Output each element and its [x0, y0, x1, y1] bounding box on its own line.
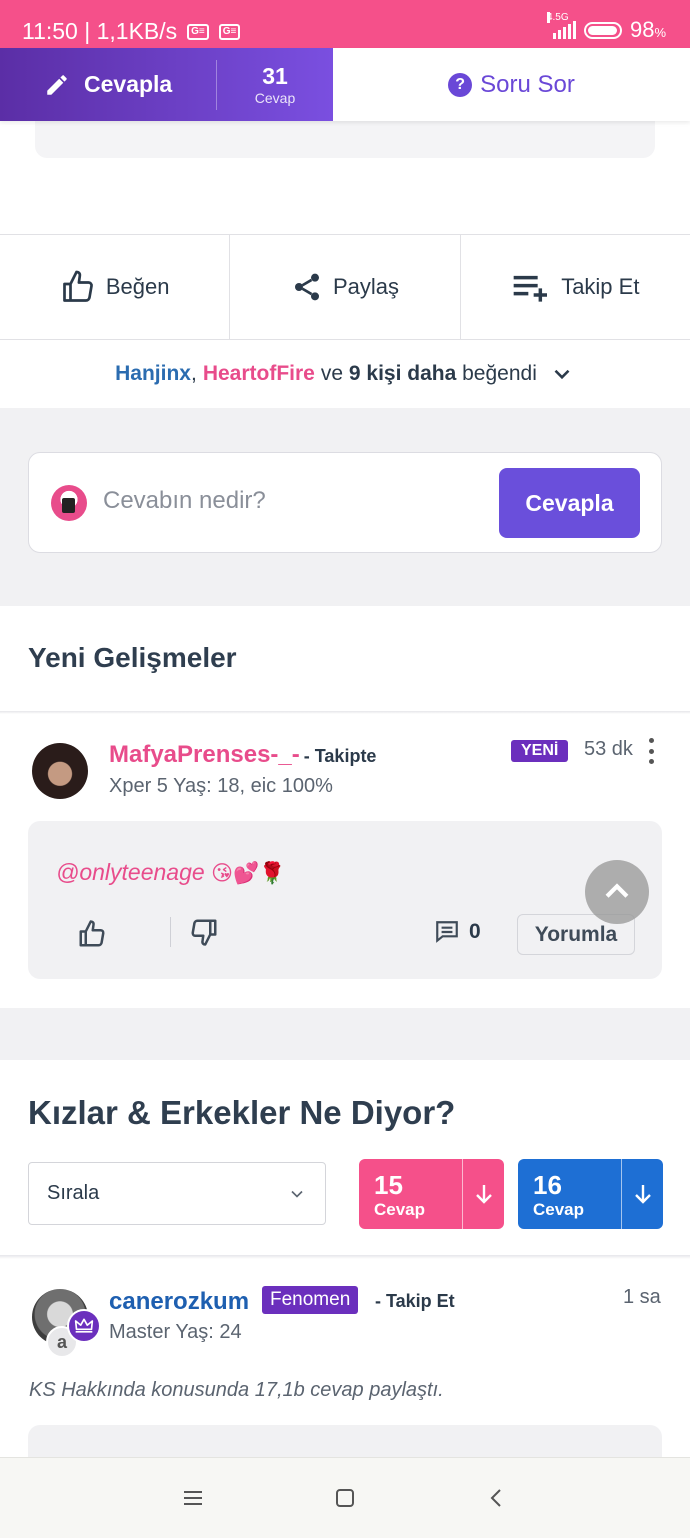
vote-separator	[170, 917, 171, 947]
status-time-speed: 11:50 | 1,1KB/s	[22, 18, 178, 44]
arrow-down-icon	[462, 1159, 504, 1229]
likers-comma: ,	[190, 362, 197, 385]
updates-title: Yeni Gelişmeler	[28, 642, 237, 673]
answer-username[interactable]: canerozkum	[109, 1288, 249, 1316]
new-badge: YENİ	[511, 740, 569, 762]
answer-follow-button[interactable]: - Takip Et	[375, 1291, 455, 1312]
likers-rest-prefix: ve	[320, 362, 344, 385]
reply-input[interactable]: Cevabın nedir?	[103, 487, 266, 515]
upvote-button[interactable]	[76, 919, 108, 954]
pencil-icon	[47, 74, 67, 95]
updates-divider	[0, 711, 690, 714]
likers-rest-suffix: beğendi	[462, 362, 537, 385]
more-options-icon[interactable]	[644, 738, 658, 764]
post-avatar[interactable]	[32, 743, 88, 799]
answer-panel: Cevapla 31 Cevap	[0, 48, 333, 121]
thumbs-up-icon	[62, 270, 93, 302]
back-icon[interactable]	[486, 1487, 508, 1509]
gallery-notification-icon: G≡	[187, 23, 209, 40]
post-card: @onlyteenage 😘💕🌹 0 Yorumla	[28, 821, 662, 979]
post-username[interactable]: MafyaPrenses-_-	[109, 741, 300, 769]
boys-answer-label: Cevap	[533, 1200, 585, 1219]
post-follow-status[interactable]: - Takipte	[304, 746, 377, 767]
answer-count[interactable]: 31 Cevap	[217, 62, 333, 106]
section-spacer	[0, 1008, 690, 1060]
follow-question-label: Takip Et	[561, 274, 640, 299]
downvote-button[interactable]	[188, 917, 220, 952]
likers-rest-count: 9 kişi daha	[348, 362, 457, 385]
post-mention[interactable]: @onlyteenage	[56, 859, 205, 885]
thumb-down-outline-icon	[191, 919, 217, 946]
like-label: Beğen	[105, 274, 170, 299]
likers-summary[interactable]: Hanjinx, HeartofFire ve 9 kişi daha beğe…	[0, 340, 690, 408]
liker-user-2[interactable]: HeartofFire	[203, 362, 315, 386]
gallery-notification-icon-2: G≡	[218, 23, 241, 40]
comments-count-value: 0	[469, 920, 481, 943]
user-avatar	[51, 485, 87, 521]
fenomen-badge: Fenomen	[262, 1286, 359, 1314]
girls-answer-count: 15	[374, 1170, 403, 1200]
opinions-divider	[0, 1255, 690, 1259]
reply-submit-button[interactable]: Cevapla	[499, 468, 640, 538]
opinions-title: Kızlar & Erkekler Ne Diyor?	[28, 1094, 456, 1131]
girls-answers-button[interactable]: 15 Cevap	[359, 1159, 504, 1229]
comments-count[interactable]: 0	[433, 919, 481, 945]
share-label: Paylaş	[332, 274, 400, 299]
battery-unit: %	[654, 25, 666, 40]
answer-count-number: 31	[262, 62, 288, 89]
ask-question-button[interactable]: ? Soru Sor	[333, 48, 690, 121]
sort-select[interactable]: Sırala	[28, 1162, 326, 1225]
battery-icon	[583, 21, 622, 39]
answer-button[interactable]: Cevapla	[0, 71, 216, 98]
chevron-down-icon	[554, 369, 570, 380]
likers-rest: ve 9 kişi daha beğendi	[321, 362, 537, 386]
answer-count-label: Cevap	[254, 89, 296, 106]
scroll-to-top-button[interactable]	[585, 860, 649, 924]
sort-label: Sırala	[47, 1182, 100, 1204]
boys-answer-count: 16	[533, 1170, 562, 1200]
boys-answers-button[interactable]: 16 Cevap	[518, 1159, 663, 1229]
post-user: MafyaPrenses-_- - Takipte	[109, 741, 376, 769]
thumb-up-outline-icon	[79, 920, 105, 947]
answer-meta: Master Yaş: 24	[109, 1321, 242, 1343]
liker-user-1[interactable]: Hanjinx	[115, 362, 191, 386]
chevron-down-icon	[291, 1190, 303, 1198]
playlist-add-icon	[513, 275, 548, 302]
network-type: 4.5G	[546, 12, 569, 23]
post-time: 53 dk	[584, 738, 633, 760]
share-icon	[294, 273, 319, 301]
chevron-up-icon	[605, 883, 629, 898]
answer-button-label: Cevapla	[84, 71, 173, 97]
ask-question-label: Soru Sor	[480, 70, 575, 98]
question-icon: ?	[448, 72, 473, 97]
girls-answer-label: Cevap	[374, 1200, 426, 1219]
question-action-bar: Cevapla 31 Cevap ? Soru Sor	[0, 48, 690, 121]
share-button[interactable]: Paylaş	[230, 235, 461, 339]
reply-box: Cevabın nedir? Cevapla	[28, 452, 662, 553]
post-text: @onlyteenage 😘💕🌹	[56, 859, 285, 886]
comment-icon	[436, 921, 458, 943]
post-emojis: 😘💕🌹	[211, 862, 286, 885]
system-nav-bar	[0, 1457, 690, 1538]
question-actions: Beğen Paylaş Takip Et	[0, 234, 690, 340]
answer-note: KS Hakkında konusunda 17,1b cevap paylaş…	[29, 1379, 444, 1401]
signal-icon: 4.5G	[546, 12, 576, 39]
menu-icon[interactable]	[182, 1488, 204, 1508]
crown-icon	[67, 1309, 101, 1343]
like-button[interactable]: Beğen	[0, 235, 231, 339]
post-meta: Xper 5 Yaş: 18, eic 100%	[109, 775, 333, 797]
arrow-down-icon	[621, 1159, 663, 1229]
home-icon[interactable]	[334, 1487, 356, 1509]
battery-level: 98	[629, 17, 655, 42]
follow-question-button[interactable]: Takip Et	[461, 235, 690, 339]
status-bar: 11:50 | 1,1KB/s G≡ G≡ 4.5G 98%	[0, 0, 690, 48]
answer-time: 1 sa	[623, 1286, 661, 1308]
